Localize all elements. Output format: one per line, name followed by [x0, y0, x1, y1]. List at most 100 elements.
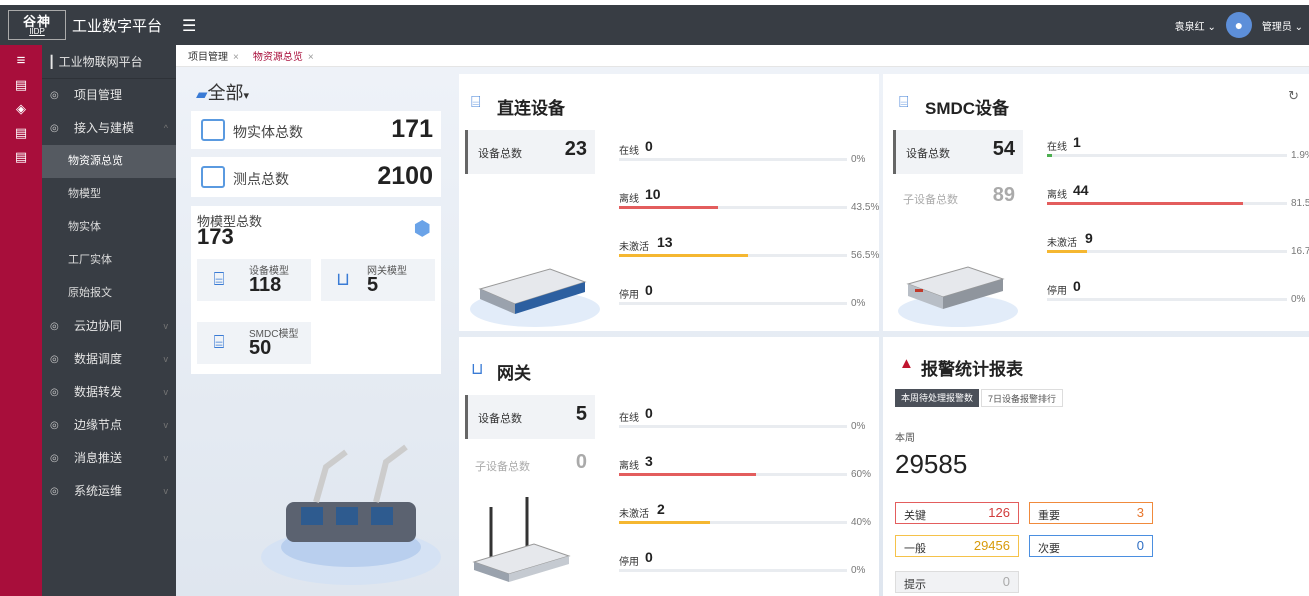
smdc-total-label: 设备总数: [906, 148, 950, 160]
severity-critical-box[interactable]: 关键 126: [895, 502, 1019, 524]
tab-weekly-pending-alarms[interactable]: 本周待处理报警数: [895, 389, 980, 407]
chevron-down-icon: v: [163, 354, 169, 364]
chevron-down-icon: v: [163, 486, 169, 496]
sidebar-item-edge-node[interactable]: ◎ 边缘节点 v: [42, 409, 176, 442]
smdc-total-box: 设备总数 54: [893, 130, 1023, 174]
direct-total-label: 设备总数: [478, 148, 522, 160]
sidebar-item-data-forwarding[interactable]: ◎ 数据转发 v: [42, 376, 176, 409]
chevron-down-icon: v: [163, 420, 169, 430]
caret-down-icon: ▾: [243, 90, 250, 102]
scope-selector[interactable]: ▰全部▾: [196, 79, 249, 105]
refresh-icon[interactable]: ↻: [1288, 88, 1299, 104]
severity-minor-box[interactable]: 次要 0: [1029, 535, 1153, 557]
logo-mark: 谷神 IIDP: [8, 10, 66, 40]
folder-icon: ▰: [196, 86, 208, 103]
smdc-model-box: ⌸ SMDC模型 50: [197, 322, 311, 364]
gateway-model-box: ⊔ 网关模型 5: [321, 259, 435, 301]
status-value: 2: [657, 501, 665, 517]
close-icon[interactable]: ×: [308, 52, 314, 63]
status-row: 停用 0 0%: [619, 547, 887, 587]
sidebar-item-system-ops[interactable]: ◎ 系统运维 v: [42, 475, 176, 508]
entity-total-value: 171: [391, 115, 433, 143]
status-percent: 0%: [851, 565, 866, 576]
smdc-sub-total-label: 子设备总数: [903, 194, 958, 206]
progress-track: [619, 206, 847, 209]
chevron-down-icon: v: [163, 453, 169, 463]
gateway-total-value: 5: [575, 403, 587, 425]
menu-toggle-icon[interactable]: ☰: [182, 16, 196, 36]
overview-column: ▰全部▾ 物实体总数 171 测点总数 2100 物模型总数 173 ⬢ ⌸ 设…: [176, 67, 456, 596]
status-percent: 60%: [851, 469, 872, 480]
status-row: 在线 0 0%: [619, 403, 887, 443]
close-icon[interactable]: ×: [233, 52, 239, 63]
sidebar-item-label: 项目管理: [74, 88, 123, 102]
progress-track: [619, 473, 847, 476]
status-row: 停用 0 0%: [1047, 276, 1309, 316]
tab-label: 项目管理: [188, 52, 228, 63]
router-icon: ⌸: [471, 94, 481, 111]
severity-major-label: 重要: [1038, 510, 1060, 522]
severity-general-box[interactable]: 一般 29456: [895, 535, 1019, 557]
severity-hint-label: 提示: [904, 579, 926, 591]
monitor-icon[interactable]: ▤: [0, 73, 42, 97]
sidebar-subitem-resource-overview[interactable]: 物资源总览: [42, 145, 176, 178]
direct-device-panel: ⌸ 直连设备 设备总数 23 在线 0 0% 离线 10 43.5% 未激活 13 56.5% 停…: [459, 74, 879, 331]
smdc-device-title: SMDC设备: [925, 99, 1010, 118]
progress-track: [1047, 298, 1287, 301]
status-row: 离线 44 81.5%: [1047, 180, 1309, 220]
sidebar-subitem-raw-message[interactable]: 原始报文: [42, 277, 176, 310]
tab-7day-alarm-ranking[interactable]: 7日设备报警排行: [981, 389, 1064, 407]
severity-major-box[interactable]: 重要 3: [1029, 502, 1153, 524]
sidebar-item-message-push[interactable]: ◎ 消息推送 v: [42, 442, 176, 475]
status-row: 停用 0 0%: [619, 280, 887, 320]
smdc-sub-total-value: 89: [992, 184, 1015, 206]
alarm-period-label: 本周: [895, 433, 915, 444]
status-label: 在线: [619, 146, 639, 157]
progress-track: [619, 569, 847, 572]
hamburger-icon[interactable]: ≡: [0, 49, 42, 73]
progress-fill: [619, 521, 710, 524]
status-percent: 43.5%: [851, 202, 880, 213]
warning-icon: ▲: [899, 355, 914, 372]
severity-hint-box[interactable]: 提示 0: [895, 571, 1019, 593]
sidebar-subitem-thing-model[interactable]: 物模型: [42, 178, 176, 211]
status-percent: 56.5%: [851, 250, 880, 261]
document-icon[interactable]: ▤: [0, 121, 42, 145]
status-row: 未激活 9 16.7%: [1047, 228, 1309, 268]
status-value: 3: [645, 453, 653, 469]
user-name-dropdown[interactable]: 袁泉红 ⌄: [1175, 18, 1216, 33]
sidebar-item-cloud-edge[interactable]: ◎ 云边协同 v: [42, 310, 176, 343]
tab-project-management[interactable]: 项目管理 ×: [188, 48, 239, 63]
status-label: 在线: [619, 413, 639, 424]
sidebar-subitem-factory-entity[interactable]: 工厂实体: [42, 244, 176, 277]
tab-label: 物资源总览: [252, 52, 303, 63]
gear-icon: ◎: [50, 420, 59, 431]
logo-line2: IIDP: [29, 26, 45, 36]
status-percent: 0%: [1291, 294, 1306, 305]
status-row: 在线 1 1.9%: [1047, 132, 1309, 172]
gateway-total-box: 设备总数 5: [465, 395, 595, 439]
sidebar-item-data-scheduling[interactable]: ◎ 数据调度 v: [42, 343, 176, 376]
status-percent: 1.9%: [1291, 150, 1309, 161]
status-label: 未激活: [619, 242, 649, 253]
device-model-box: ⌸ 设备模型 118: [197, 259, 311, 301]
progress-fill: [1047, 154, 1052, 157]
progress-fill: [619, 254, 748, 257]
model-total-card: 物模型总数 173 ⬢ ⌸ 设备模型 118 ⊔ 网关模型 5 ⌸ SMDC模型…: [191, 206, 441, 374]
sidebar-item-access-modeling[interactable]: ◎ 接入与建模 ^: [42, 112, 176, 145]
entity-total-card: 物实体总数 171: [191, 111, 441, 149]
severity-general-label: 一般: [904, 543, 926, 555]
gear-icon: ◎: [50, 486, 59, 497]
progress-fill: [619, 473, 756, 476]
role-dropdown[interactable]: 管理员 ⌄: [1262, 18, 1303, 33]
sidebar-item-project[interactable]: ◎ 项目管理: [42, 79, 176, 112]
sidebar-subitem-thing-entity[interactable]: 物实体: [42, 211, 176, 244]
tab-resource-overview[interactable]: 物资源总览 ×: [253, 48, 314, 63]
node-icon[interactable]: ◈: [0, 97, 42, 121]
message-icon[interactable]: ▤: [0, 145, 42, 169]
status-value: 13: [657, 234, 673, 250]
user-avatar-icon[interactable]: ●: [1225, 12, 1252, 38]
smdc-device-panel: ⌸ SMDC设备 ↻ 设备总数 54 子设备总数 89 在线 1 1.9% 离线 44 8…: [883, 74, 1309, 331]
switch-device-image: [470, 268, 600, 327]
smdc-model-value: 50: [249, 337, 272, 359]
